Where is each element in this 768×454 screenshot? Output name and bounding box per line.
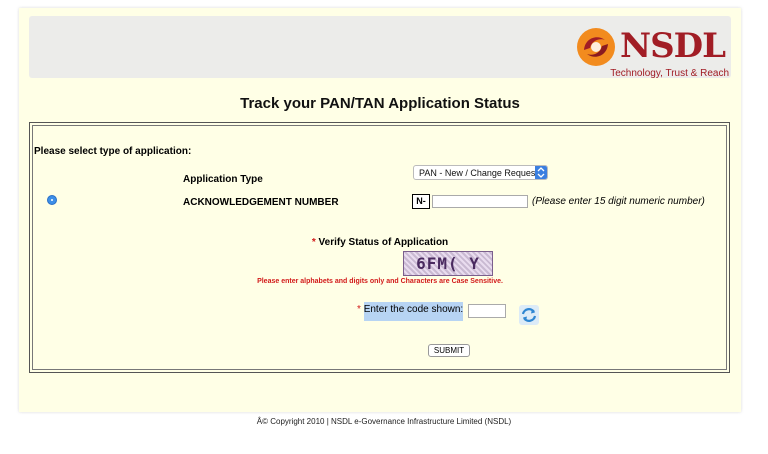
acknowledgement-label: ACKNOWLEDGEMENT NUMBER: [183, 197, 339, 208]
nsdl-swirl-icon: [577, 28, 615, 66]
refresh-captcha-icon[interactable]: [519, 305, 539, 325]
acknowledgement-prefix: N-: [412, 194, 430, 209]
required-mark: *: [311, 237, 316, 248]
acknowledgement-hint: (Please enter 15 digit numeric number): [532, 196, 705, 207]
acknowledgement-input[interactable]: [432, 195, 528, 208]
required-mark: *: [357, 304, 361, 315]
header-banner: NSDL Technology, Trust & Reach: [29, 16, 731, 79]
acknowledgement-radio[interactable]: [47, 195, 57, 205]
select-type-label: Please select type of application:: [34, 146, 192, 157]
captcha-image: 6FM( Y: [403, 251, 493, 276]
submit-button[interactable]: SUBMIT: [428, 344, 470, 357]
application-type-select[interactable]: PAN - New / Change Request: [413, 165, 548, 180]
captcha-case-note: Please enter alphabets and digits only a…: [257, 278, 503, 285]
logo-wordmark: NSDL: [620, 26, 726, 66]
captcha-text: 6FM( Y: [416, 254, 480, 273]
enter-code-label: Enter the code shown:: [363, 302, 464, 321]
verify-status-text: Verify Status of Application: [318, 237, 449, 248]
application-type-label: Application Type: [183, 174, 263, 185]
logo-tagline: Technology, Trust & Reach: [610, 68, 729, 79]
page-title: Track your PAN/TAN Application Status: [240, 95, 520, 112]
nsdl-logo[interactable]: NSDL Technology, Trust & Reach: [569, 22, 729, 84]
verify-status-title: * Verify Status of Application: [19, 237, 741, 248]
code-label-row: * Enter the code shown:: [357, 302, 464, 321]
captcha-code-input[interactable]: [468, 304, 506, 318]
radio-dot-icon: [51, 199, 53, 201]
footer-copyright: Â© Copyright 2010 | NSDL e-Governance In…: [256, 417, 512, 426]
application-type-selected: PAN - New / Change Request: [419, 168, 538, 178]
page-container: NSDL Technology, Trust & Reach Track you…: [19, 8, 741, 412]
select-arrows-icon: [535, 166, 547, 179]
